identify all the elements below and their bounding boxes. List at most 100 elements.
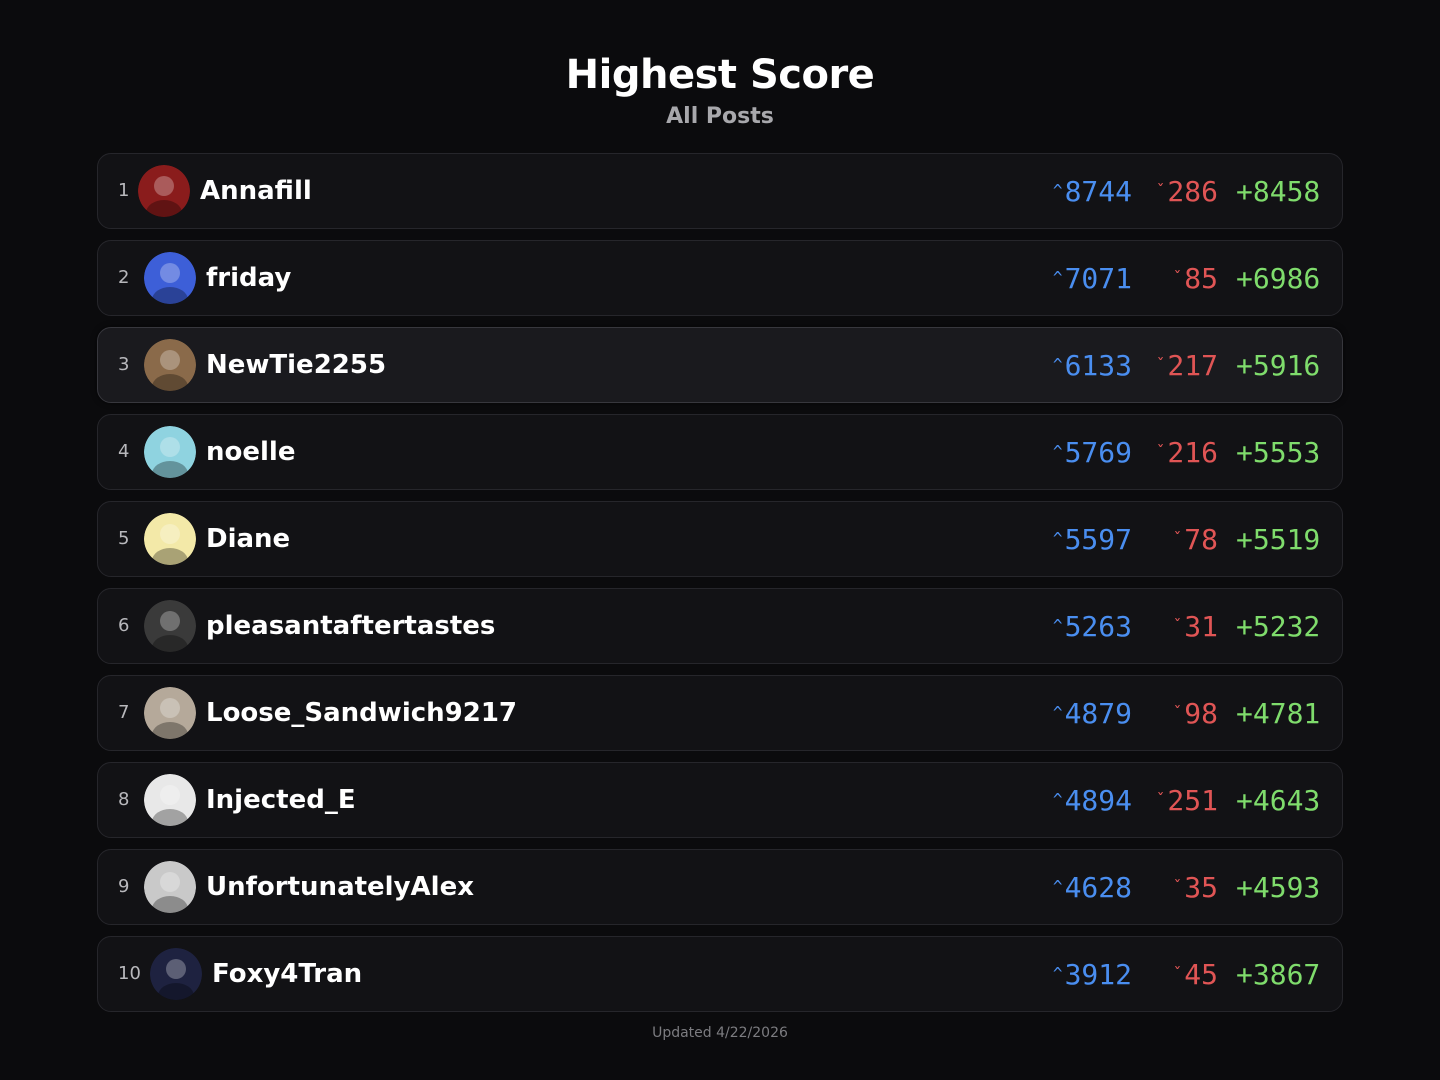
rank-number: 8 (118, 789, 130, 810)
username[interactable]: Loose_Sandwich9217 (206, 676, 517, 750)
upvote-value: 5769 (1064, 436, 1132, 469)
rank-number: 4 (118, 441, 130, 462)
leaderboard-row[interactable]: 7 Loose_Sandwich9217 ^4879 ˇ98 +4781 (97, 675, 1343, 751)
upvote-value: 8744 (1064, 175, 1132, 208)
net-score: +4593 (1236, 871, 1321, 904)
downvote-count: ˇ85 (1152, 241, 1218, 316)
user-avatar[interactable] (144, 774, 196, 826)
upvote-count: ^3912 (1048, 937, 1132, 1012)
score-stats: ^4879 ˇ98 +4781 (1048, 676, 1320, 750)
leaderboard-row[interactable]: 2 friday ^7071 ˇ85 +6986 (97, 240, 1343, 316)
upvote-value: 4894 (1064, 784, 1132, 817)
username[interactable]: Annafill (200, 154, 312, 228)
upvote-count: ^5769 (1048, 415, 1132, 490)
page-subtitle: All Posts (666, 104, 774, 129)
downvote-count: ˇ31 (1152, 589, 1218, 664)
leaderboard-row[interactable]: 4 noelle ^5769 ˇ216 +5553 (97, 414, 1343, 490)
username[interactable]: friday (206, 241, 291, 315)
score-stats: ^8744 ˇ286 +8458 (1048, 154, 1320, 228)
downvote-value: 98 (1184, 697, 1218, 730)
upvote-value: 6133 (1064, 349, 1132, 382)
downvote-chevron-icon: ˇ (1155, 181, 1166, 200)
upvote-value: 5597 (1064, 523, 1132, 556)
score-stats: ^4628 ˇ35 +4593 (1048, 850, 1320, 924)
upvote-count: ^4628 (1048, 850, 1132, 925)
downvote-count: ˇ217 (1152, 328, 1218, 403)
upvote-count: ^6133 (1048, 328, 1132, 403)
user-avatar[interactable] (150, 948, 202, 1000)
upvote-chevron-icon: ^ (1052, 877, 1063, 896)
downvote-chevron-icon: ˇ (1155, 442, 1166, 461)
leaderboard-row[interactable]: 1 Annafill ^8744 ˇ286 +8458 (97, 153, 1343, 229)
downvote-count: ˇ251 (1152, 763, 1218, 838)
score-stats: ^5263 ˇ31 +5232 (1048, 589, 1320, 663)
downvote-count: ˇ98 (1152, 676, 1218, 751)
page-title: Highest Score (565, 52, 875, 98)
upvote-value: 4628 (1064, 871, 1132, 904)
downvote-chevron-icon: ˇ (1155, 355, 1166, 374)
leaderboard-row[interactable]: 10 Foxy4Tran ^3912 ˇ45 +3867 (97, 936, 1343, 1012)
username[interactable]: noelle (206, 415, 295, 489)
upvote-chevron-icon: ^ (1052, 703, 1063, 722)
rank-number: 3 (118, 354, 130, 375)
downvote-value: 286 (1167, 175, 1218, 208)
username[interactable]: Injected_E (206, 763, 356, 837)
leaderboard-row[interactable]: 3 NewTie2255 ^6133 ˇ217 +5916 (97, 327, 1343, 403)
username[interactable]: Diane (206, 502, 290, 576)
net-score: +8458 (1236, 175, 1321, 208)
downvote-chevron-icon: ˇ (1172, 877, 1183, 896)
upvote-chevron-icon: ^ (1052, 790, 1063, 809)
leaderboard-page: Highest Score All Posts 1 Annafill ^8744 ˇ2… (0, 0, 1440, 1080)
upvote-value: 5263 (1064, 610, 1132, 643)
downvote-value: 217 (1167, 349, 1218, 382)
rank-number: 10 (118, 963, 141, 984)
downvote-value: 35 (1184, 871, 1218, 904)
leaderboard-row[interactable]: 6 pleasantaftertastes ^5263 ˇ31 +5232 (97, 588, 1343, 664)
rank-number: 9 (118, 876, 130, 897)
user-avatar[interactable] (144, 339, 196, 391)
downvote-chevron-icon: ˇ (1172, 616, 1183, 635)
user-avatar[interactable] (144, 252, 196, 304)
upvote-count: ^8744 (1048, 154, 1132, 229)
upvote-chevron-icon: ^ (1052, 355, 1063, 374)
user-avatar[interactable] (144, 861, 196, 913)
user-avatar[interactable] (144, 600, 196, 652)
score-stats: ^4894 ˇ251 +4643 (1048, 763, 1320, 837)
rank-number: 7 (118, 702, 130, 723)
net-score: +4643 (1236, 784, 1321, 817)
downvote-count: ˇ78 (1152, 502, 1218, 577)
upvote-value: 7071 (1064, 262, 1132, 295)
leaderboard-row[interactable]: 9 UnfortunatelyAlex ^4628 ˇ35 +4593 (97, 849, 1343, 925)
downvote-value: 78 (1184, 523, 1218, 556)
username[interactable]: NewTie2255 (206, 328, 386, 402)
downvote-count: ˇ286 (1152, 154, 1218, 229)
username[interactable]: pleasantaftertastes (206, 589, 495, 663)
net-score: +5916 (1236, 349, 1321, 382)
leaderboard-row[interactable]: 8 Injected_E ^4894 ˇ251 +4643 (97, 762, 1343, 838)
downvote-value: 251 (1167, 784, 1218, 817)
user-avatar[interactable] (144, 426, 196, 478)
downvote-chevron-icon: ˇ (1172, 268, 1183, 287)
downvote-chevron-icon: ˇ (1172, 529, 1183, 548)
upvote-value: 4879 (1064, 697, 1132, 730)
leaderboard-list: 1 Annafill ^8744 ˇ286 +8458 2 friday ^7071 ˇ85 +6… (97, 153, 1343, 1023)
score-stats: ^6133 ˇ217 +5916 (1048, 328, 1320, 402)
user-avatar[interactable] (144, 687, 196, 739)
net-score: +5519 (1236, 523, 1321, 556)
upvote-count: ^5597 (1048, 502, 1132, 577)
score-stats: ^5769 ˇ216 +5553 (1048, 415, 1320, 489)
username[interactable]: Foxy4Tran (212, 937, 362, 1011)
username[interactable]: UnfortunatelyAlex (206, 850, 474, 924)
score-stats: ^7071 ˇ85 +6986 (1048, 241, 1320, 315)
leaderboard-row[interactable]: 5 Diane ^5597 ˇ78 +5519 (97, 501, 1343, 577)
user-avatar[interactable] (144, 513, 196, 565)
upvote-count: ^4879 (1048, 676, 1132, 751)
upvote-count: ^5263 (1048, 589, 1132, 664)
rank-number: 2 (118, 267, 130, 288)
downvote-value: 85 (1184, 262, 1218, 295)
upvote-chevron-icon: ^ (1052, 964, 1063, 983)
upvote-chevron-icon: ^ (1052, 181, 1063, 200)
user-avatar[interactable] (138, 165, 190, 217)
net-score: +5232 (1236, 610, 1321, 643)
net-score: +4781 (1236, 697, 1321, 730)
